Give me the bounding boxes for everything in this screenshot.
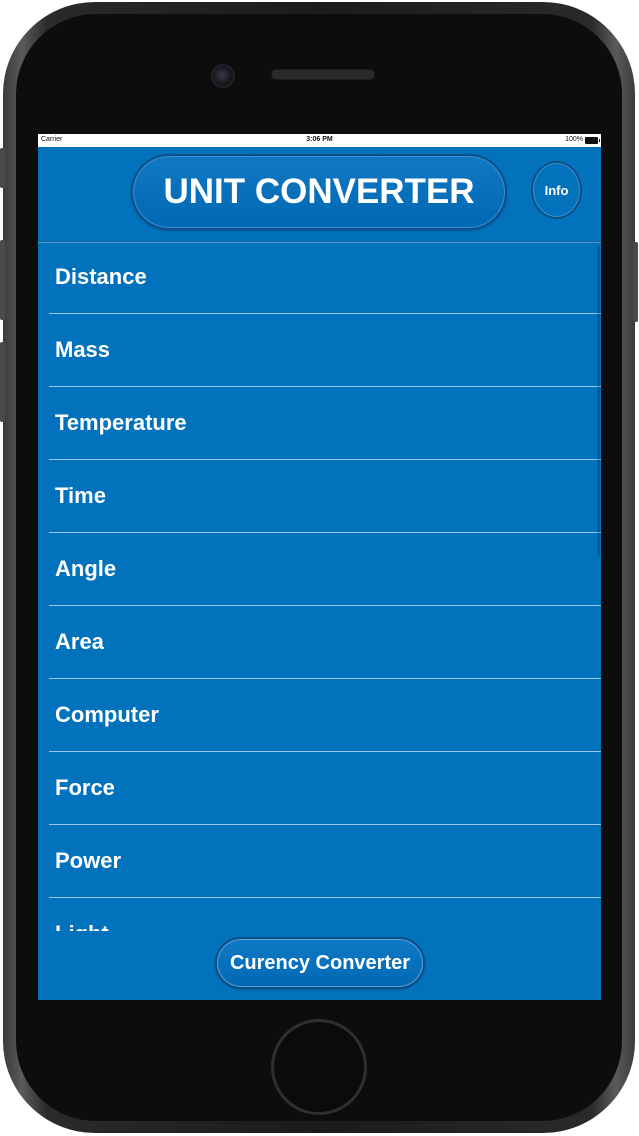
list-item-angle[interactable]: Angle [49, 533, 601, 606]
currency-converter-button[interactable]: Curency Converter [215, 937, 425, 989]
list-item-computer[interactable]: Computer [49, 679, 601, 752]
category-list[interactable]: Distance Mass Temperature Time Angle Are… [38, 241, 601, 931]
list-item-area[interactable]: Area [49, 606, 601, 679]
list-item-label: Mass [55, 337, 111, 362]
app-title: UNIT CONVERTER [131, 154, 507, 230]
list-item-label: Area [55, 629, 104, 654]
list-item-label: Power [55, 848, 122, 873]
app-screen: Carrier 3:06 PM 100% UNIT CONVERTER Info… [38, 134, 601, 1000]
list-item-temperature[interactable]: Temperature [49, 387, 601, 460]
list-item-light[interactable]: Light [49, 898, 601, 931]
list-item-label: Angle [55, 556, 117, 581]
list-scrollbar[interactable] [597, 246, 600, 556]
app-header: UNIT CONVERTER Info [38, 147, 601, 242]
camera-icon [211, 64, 235, 88]
home-button[interactable] [271, 1019, 367, 1115]
mute-switch [0, 148, 5, 188]
list-item-power[interactable]: Power [49, 825, 601, 898]
list-item-time[interactable]: Time [49, 460, 601, 533]
power-button [633, 242, 638, 322]
list-item-label: Distance [55, 264, 147, 289]
speaker-grille [271, 69, 375, 80]
list-item-label: Temperature [55, 410, 187, 435]
info-button[interactable]: Info [531, 161, 582, 219]
status-time: 3:06 PM [306, 136, 333, 143]
battery-icon [585, 137, 600, 144]
volume-down-button [0, 342, 5, 422]
list-item-mass[interactable]: Mass [49, 314, 601, 387]
list-item-force[interactable]: Force [49, 752, 601, 825]
status-battery-percent: 100% [565, 136, 583, 143]
list-item-distance[interactable]: Distance [49, 241, 601, 314]
status-bar: Carrier 3:06 PM 100% [38, 134, 601, 147]
volume-up-button [0, 240, 5, 320]
list-item-label: Force [55, 775, 115, 800]
list-item-label: Computer [55, 702, 159, 727]
list-item-label: Light [55, 921, 109, 931]
list-item-label: Time [55, 483, 106, 508]
